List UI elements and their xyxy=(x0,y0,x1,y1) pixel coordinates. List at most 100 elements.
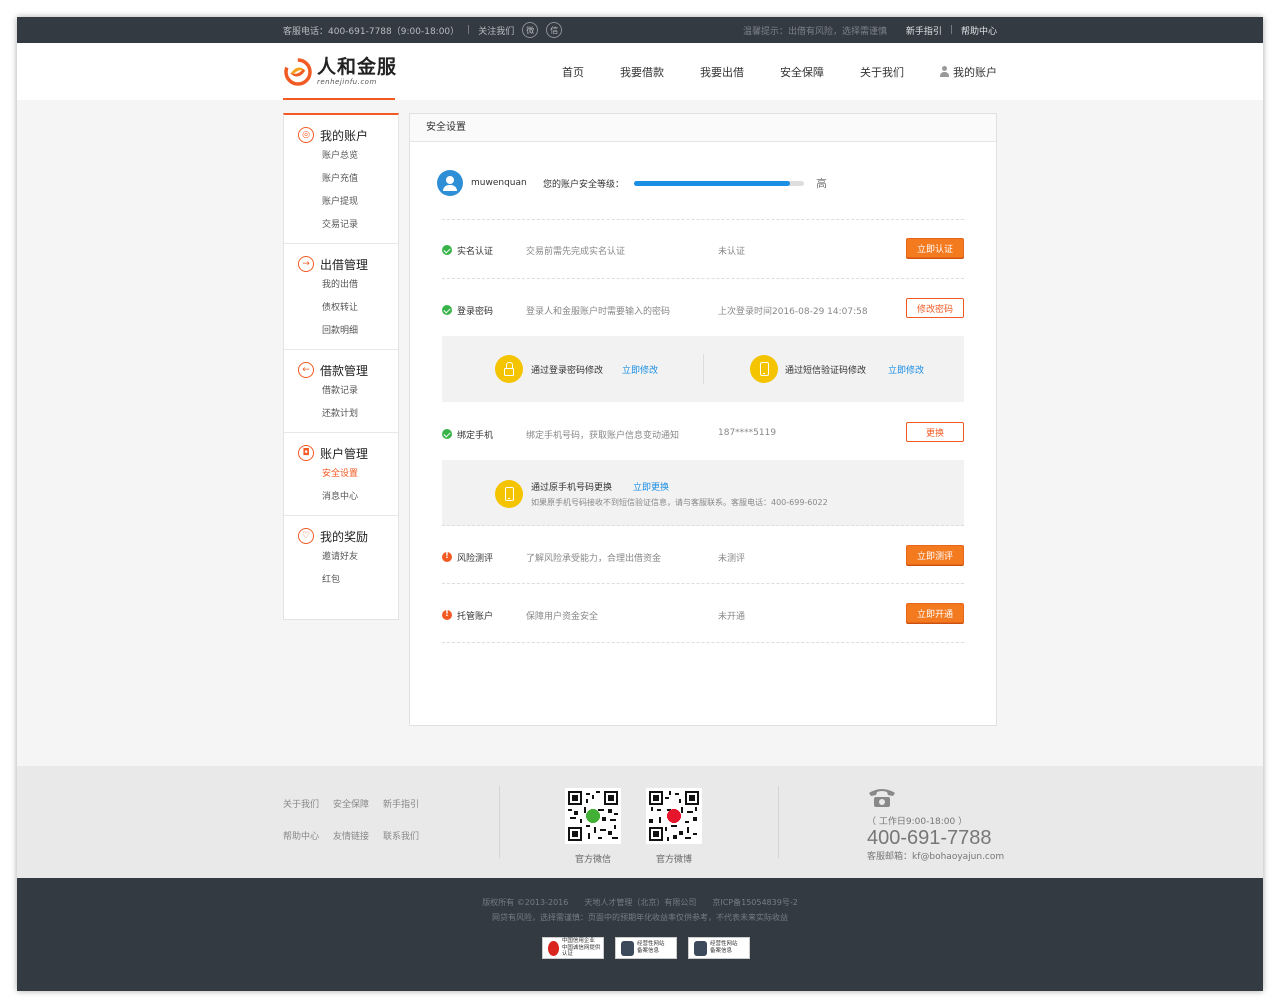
row-custody: 托管账户 保障用户资金安全 未开通 立即开通 xyxy=(442,603,964,627)
modify-by-sms-link[interactable]: 立即修改 xyxy=(888,363,924,376)
sidebar-item-repayment-detail[interactable]: 回款明细 xyxy=(284,320,398,343)
site-record-badge[interactable]: 经营性网站 备案信息 xyxy=(688,937,750,959)
sidebar-item-transactions[interactable]: 交易记录 xyxy=(284,214,398,237)
phone-option: 通过原手机号码更换 立即更换 如果原手机号码接收不到短信验证信息，请与客服联系。… xyxy=(442,460,964,526)
beginner-guide-link[interactable]: 新手指引 xyxy=(906,24,942,37)
nav-my-account[interactable]: 我的账户 xyxy=(940,64,997,80)
wechat-qr-code xyxy=(565,788,621,844)
sidebar-group-title: 我的账户 xyxy=(320,128,369,143)
sidebar-group-borrowing: ← 借款管理 借款记录 还款计划 xyxy=(284,350,398,433)
weibo-qr-code xyxy=(646,788,702,844)
row-desc: 绑定手机号码，获取账户信息变动通知 xyxy=(526,431,680,441)
weibo-icon[interactable]: 微 xyxy=(522,22,539,38)
security-level-bar xyxy=(634,180,805,186)
page-frame: 客服电话：400-691-7788（9:00-18:00） | 关注我们 微 信… xyxy=(17,17,1263,991)
sidebar-item-invite[interactable]: 邀请好友 xyxy=(284,546,398,569)
security-level-fill xyxy=(634,180,791,186)
row-desc: 了解风险承受能力，合理出借资金 xyxy=(526,554,662,564)
badge-line2: 备案信息 xyxy=(637,948,660,954)
footer-link-security[interactable]: 安全保障 xyxy=(333,797,369,828)
follow-us-label: 关注我们 xyxy=(478,26,515,37)
footer-link-help[interactable]: 帮助中心 xyxy=(283,829,319,860)
row-status: 未测评 xyxy=(718,554,746,564)
sidebar-group-account-mgmt: ◘ 账户管理 安全设置 消息中心 xyxy=(284,433,398,516)
wechat-icon[interactable]: 信 xyxy=(546,22,563,38)
sidebar-item-repay-plan[interactable]: 还款计划 xyxy=(284,403,398,426)
row-realname: 实名认证 交易前需先完成实名认证 未认证 立即认证 xyxy=(442,238,964,262)
sidebar-item-withdraw[interactable]: 账户提现 xyxy=(284,191,398,214)
sidebar-item-red-packet[interactable]: 红包 xyxy=(284,569,398,592)
sidebar: ◎ 我的账户 账户总览 账户充值 账户提现 交易记录 → 出借管理 我的出借 债… xyxy=(283,113,399,620)
user-circle-icon: ◎ xyxy=(298,127,314,143)
security-level-text: 高 xyxy=(816,177,828,190)
risk-disclaimer: 网贷有风险，选择需谨慎：页面中的预期年化收益率仅供参考，不代表未来实际收益 xyxy=(492,913,788,922)
hotline-block: （ 工作日9:00-18:00 ） 400-691-7788 客服邮箱：kf@b… xyxy=(867,786,1004,862)
check-icon xyxy=(442,245,452,255)
assess-now-button[interactable]: 立即测评 xyxy=(906,545,964,565)
sidebar-group-title: 借款管理 xyxy=(320,363,369,378)
logo[interactable]: 人和金服 renhejinfu.com xyxy=(283,56,398,100)
footer: 关于我们 安全保障 新手指引 帮助中心 友情链接 联系我们 官方微信 官方微博 … xyxy=(17,766,1263,878)
sidebar-group-lending: → 出借管理 我的出借 债权转让 回款明细 xyxy=(284,244,398,350)
service-email: 客服邮箱：kf@bohaoyajun.com xyxy=(867,852,1005,862)
check-icon xyxy=(442,429,452,439)
divider xyxy=(499,786,500,858)
change-phone-button[interactable]: 更换 xyxy=(906,422,964,442)
site-record-badge[interactable]: 经营性网站 备案信息 xyxy=(615,937,677,959)
nav-lend[interactable]: 我要出借 xyxy=(700,64,744,80)
sidebar-item-security[interactable]: 安全设置 xyxy=(284,463,398,486)
modify-by-password-link[interactable]: 立即修改 xyxy=(622,363,658,376)
open-now-button[interactable]: 立即开通 xyxy=(906,603,964,623)
brand-domain: renhejinfu.com xyxy=(317,78,377,86)
nav-home[interactable]: 首页 xyxy=(562,64,584,80)
lock-icon xyxy=(495,355,523,383)
risk-notice: 温馨提示：出借有风险，选择需谨慎 xyxy=(743,26,888,37)
verify-now-button[interactable]: 立即认证 xyxy=(906,238,964,258)
sidebar-item-messages[interactable]: 消息中心 xyxy=(284,486,398,509)
brand-name: 人和金服 xyxy=(317,56,398,78)
phone-help-note: 如果原手机号码接收不到短信验证信息，请与客服联系。客服电话：400-699-60… xyxy=(531,498,828,507)
hotline-number: 400-691-7788 xyxy=(867,827,992,849)
row-name: 风险测评 xyxy=(457,554,494,564)
credit-badge[interactable]: 中国信用企业 中国诚信网提供认证 xyxy=(542,937,604,959)
divider xyxy=(778,786,779,858)
row-name: 登录密码 xyxy=(457,307,494,317)
footer-link-friends[interactable]: 友情链接 xyxy=(333,829,369,860)
divider xyxy=(442,219,964,220)
nav-security[interactable]: 安全保障 xyxy=(780,64,824,80)
sidebar-item-debt-transfer[interactable]: 债权转让 xyxy=(284,297,398,320)
badge-line1: 经营性网站 xyxy=(637,941,665,948)
warning-icon xyxy=(442,551,452,562)
panel-title: 安全设置 xyxy=(410,114,996,142)
badge-line2: 备案信息 xyxy=(710,948,733,954)
change-password-button[interactable]: 修改密码 xyxy=(906,298,964,318)
nav-about[interactable]: 关于我们 xyxy=(860,64,904,80)
avatar xyxy=(437,170,463,196)
check-icon xyxy=(442,305,452,315)
badge-line1: 中国信用企业 xyxy=(561,938,595,945)
username: muwenquan xyxy=(471,178,527,188)
divider xyxy=(703,354,704,384)
badge-line1: 经营性网站 xyxy=(710,941,738,948)
sidebar-item-recharge[interactable]: 账户充值 xyxy=(284,168,398,191)
row-status: 187****5119 xyxy=(718,428,777,438)
row-name: 绑定手机 xyxy=(457,431,494,441)
footer-link-about[interactable]: 关于我们 xyxy=(283,797,319,828)
footer-link-guide[interactable]: 新手指引 xyxy=(383,797,419,828)
sidebar-group-title: 我的奖励 xyxy=(320,529,369,544)
telephone-icon xyxy=(869,789,895,807)
sidebar-item-borrow-records[interactable]: 借款记录 xyxy=(284,380,398,403)
help-center-link[interactable]: 帮助中心 xyxy=(961,24,997,37)
sidebar-item-overview[interactable]: 账户总览 xyxy=(284,145,398,168)
divider xyxy=(442,525,964,526)
main-nav: 首页 我要借款 我要出借 安全保障 关于我们 我的账户 xyxy=(526,43,997,100)
footer-link-contact[interactable]: 联系我们 xyxy=(383,829,419,860)
sidebar-item-my-lending[interactable]: 我的出借 xyxy=(284,274,398,297)
replace-now-link[interactable]: 立即更换 xyxy=(633,480,669,493)
nav-borrow[interactable]: 我要借款 xyxy=(620,64,664,80)
footer-links: 关于我们 安全保障 新手指引 帮助中心 友情链接 联系我们 xyxy=(283,796,443,860)
phone-icon xyxy=(750,355,778,383)
divider xyxy=(442,642,964,643)
security-panel: 安全设置 muwenquan 您的账户安全等级： 高 实名认证 交易前需先完成实… xyxy=(409,113,997,726)
row-status: 未开通 xyxy=(718,612,746,622)
